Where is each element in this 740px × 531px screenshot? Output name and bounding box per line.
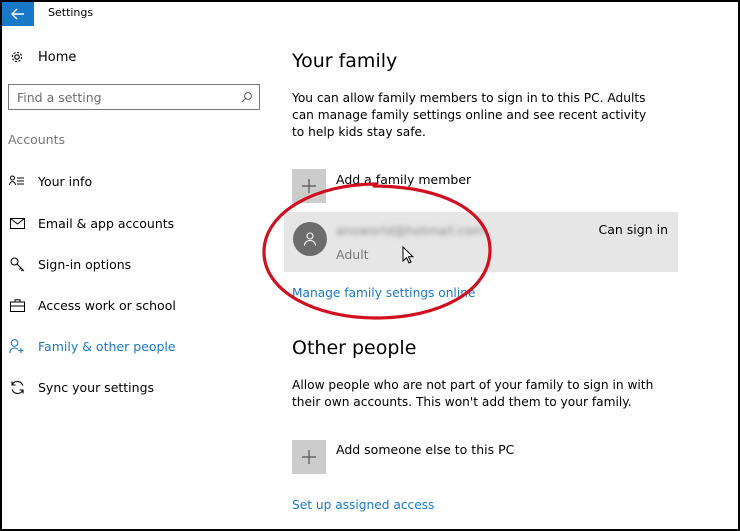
key-icon — [8, 255, 26, 273]
other-people-heading: Other people — [292, 337, 417, 359]
search-icon[interactable] — [235, 91, 259, 103]
nav-label: Email & app accounts — [38, 215, 175, 231]
mouse-cursor-icon — [402, 246, 414, 264]
home-label: Home — [38, 49, 77, 65]
nav-label: Family & other people — [38, 338, 176, 354]
family-description: You can allow family members to sign in … — [292, 91, 647, 139]
person-icon — [303, 232, 317, 246]
manage-family-link[interactable]: Manage family settings online — [292, 286, 475, 300]
window-title: Settings — [48, 6, 94, 19]
sidebar: Home Find a setting Accounts Your info E… — [2, 26, 272, 529]
member-role: Adult — [336, 247, 369, 262]
nav-label: Access work or school — [38, 297, 176, 313]
person-add-icon — [8, 337, 26, 355]
nav-family-other-people[interactable]: Family & other people — [8, 337, 176, 355]
family-member-row[interactable]: anoworld@hotmail.com Adult Can sign in — [284, 212, 678, 272]
nav-your-info[interactable]: Your info — [8, 172, 92, 190]
back-arrow-icon — [11, 8, 24, 20]
back-button[interactable] — [2, 2, 34, 26]
plus-icon — [302, 450, 316, 464]
title-bar: Settings — [2, 2, 738, 26]
search-placeholder: Find a setting — [17, 89, 102, 105]
nav-access-work[interactable]: Access work or school — [8, 296, 176, 314]
nav-label: Sync your settings — [38, 379, 155, 395]
member-status: Can sign in — [598, 222, 669, 237]
settings-window: Settings Home Find a setting Accounts Yo… — [0, 0, 740, 531]
add-family-member-button[interactable]: Add a family member — [336, 172, 471, 187]
add-someone-button[interactable]: Add someone else to this PC — [336, 442, 514, 457]
gear-icon — [8, 48, 26, 66]
nav-email-accounts[interactable]: Email & app accounts — [8, 214, 174, 232]
search-field[interactable]: Find a setting — [8, 84, 260, 110]
envelope-icon — [8, 214, 26, 232]
your-family-heading: Your family — [292, 50, 398, 72]
nav-sign-in-options[interactable]: Sign-in options — [8, 255, 131, 273]
nav-sync-settings[interactable]: Sync your settings — [8, 378, 154, 396]
briefcase-icon — [8, 296, 26, 314]
plus-icon — [302, 179, 316, 193]
home-nav-item[interactable]: Home — [8, 48, 76, 66]
add-someone-tile[interactable] — [292, 440, 326, 474]
assigned-access-link[interactable]: Set up assigned access — [292, 498, 434, 512]
person-list-icon — [8, 172, 26, 190]
member-email: anoworld@hotmail.com — [336, 223, 485, 238]
add-family-member-tile[interactable] — [292, 169, 326, 203]
other-people-description: Allow people who are not part of your fa… — [292, 378, 654, 409]
section-label: Accounts — [8, 132, 65, 147]
avatar — [293, 222, 327, 256]
sync-icon — [8, 378, 26, 396]
nav-label: Your info — [38, 173, 93, 189]
nav-label: Sign-in options — [38, 256, 132, 272]
